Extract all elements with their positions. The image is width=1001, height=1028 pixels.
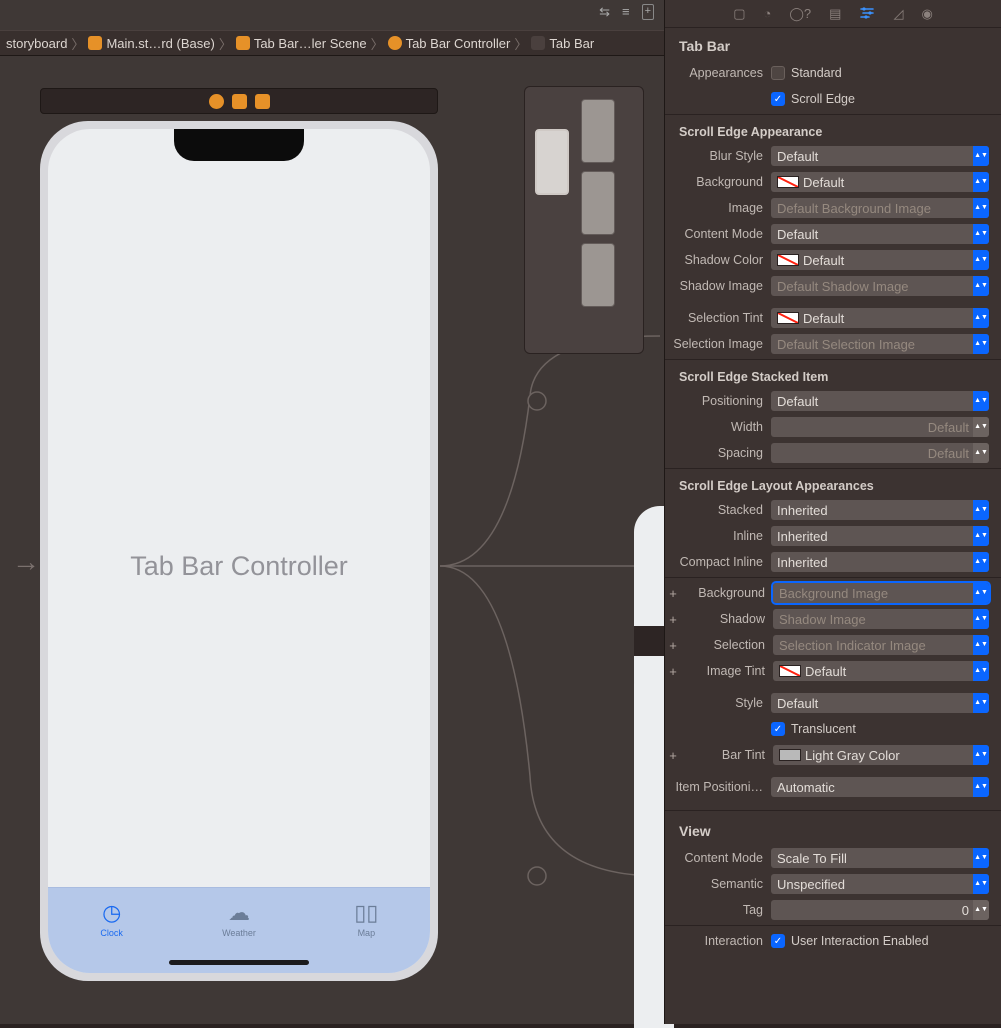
size-inspector-tab[interactable]: ◿ <box>893 6 903 22</box>
blur-style-select[interactable]: Default▲▼ <box>771 146 989 166</box>
first-responder-icon <box>232 94 247 109</box>
row-label: Appearances <box>665 66 765 80</box>
contentmode-select[interactable]: Default▲▼ <box>771 224 989 244</box>
group-heading: Scroll Edge Layout Appearances <box>665 471 1001 497</box>
group-heading: Scroll Edge Stacked Item <box>665 362 1001 388</box>
panel-resizer[interactable] <box>664 0 668 1024</box>
help-inspector-tab[interactable]: ◯? <box>789 6 811 22</box>
storyboard-file-icon <box>88 36 102 50</box>
breadcrumb-item[interactable]: storyboard <box>6 36 67 51</box>
minimap[interactable] <box>524 86 644 354</box>
color-swatch-none-icon <box>777 312 799 324</box>
shadow-image-select[interactable]: Default Shadow Image▲▼ <box>771 276 989 296</box>
stacked-select[interactable]: Inherited▲▼ <box>771 500 989 520</box>
selection-tint-select[interactable]: Default▲▼ <box>771 308 989 328</box>
color-swatch-none-icon <box>777 176 799 188</box>
scene-icon <box>236 36 250 50</box>
semantic-select[interactable]: Unspecified▲▼ <box>771 874 989 894</box>
minimap-scene-selected[interactable] <box>535 129 569 195</box>
home-indicator <box>169 960 309 965</box>
breadcrumb-item[interactable]: Main.st…rd (Base) <box>106 36 214 51</box>
style-select[interactable]: Default▲▼ <box>771 693 989 713</box>
breadcrumb-item[interactable]: Tab Bar…ler Scene <box>254 36 367 51</box>
chevron-updown-icon: ▲▼ <box>973 146 989 166</box>
selection-image-select[interactable]: Selection Indicator Image▲▼ <box>773 635 989 655</box>
exit-icon <box>255 94 270 109</box>
controller-icon <box>209 94 224 109</box>
identity-inspector-tab[interactable]: ▤ <box>829 6 841 22</box>
inspector-panel: ▢ ◔ ◯? ▤ ◿ ◉ Tab Bar Appearances Standar… <box>664 0 1001 1024</box>
bar-tint-select[interactable]: Light Gray Color▲▼ <box>773 745 989 765</box>
background-color-select[interactable]: Default▲▼ <box>771 172 989 192</box>
breadcrumb: storyboard 〉 Main.st…rd (Base) 〉 Tab Bar… <box>0 30 664 56</box>
map-icon: ▯▯ <box>354 900 378 926</box>
minimap-scene[interactable] <box>581 171 615 235</box>
attributes-inspector-tab[interactable] <box>859 4 875 23</box>
width-stepper[interactable]: Default▲▼ <box>771 417 989 437</box>
controller-icon <box>388 36 402 50</box>
breadcrumb-item[interactable]: Tab Bar Controller <box>406 36 511 51</box>
tab-item-clock[interactable]: ◷ Clock <box>48 888 175 973</box>
initial-arrow-icon[interactable]: → <box>12 546 40 578</box>
translucent-checkbox[interactable]: ✓ <box>771 722 785 736</box>
view-contentmode-select[interactable]: Scale To Fill▲▼ <box>771 848 989 868</box>
device-frame[interactable]: Tab Bar Controller ◷ Clock ☁ Weather ▯▯ … <box>40 121 438 981</box>
breadcrumb-item[interactable]: Tab Bar <box>549 36 594 51</box>
section-heading: Tab Bar <box>665 28 1001 60</box>
spacing-stepper[interactable]: Default▲▼ <box>771 443 989 463</box>
selection-image-select[interactable]: Default Selection Image▲▼ <box>771 334 989 354</box>
color-swatch-icon <box>779 749 801 761</box>
image-select[interactable]: Default Background Image▲▼ <box>771 198 989 218</box>
editor-toolbar: ⇆ ≡ + <box>599 4 654 20</box>
inline-select[interactable]: Inherited▲▼ <box>771 526 989 546</box>
color-swatch-none-icon <box>779 665 801 677</box>
shadow-image-select[interactable]: Shadow Image▲▼ <box>773 609 989 629</box>
cloud-icon: ☁ <box>228 900 250 926</box>
file-inspector-tab[interactable]: ▢ <box>733 6 745 22</box>
minimap-scene[interactable] <box>581 243 615 307</box>
scroll-edge-checkbox[interactable]: ✓ <box>771 92 785 106</box>
group-heading: Scroll Edge Appearance <box>665 117 1001 143</box>
shadow-color-select[interactable]: Default▲▼ <box>771 250 989 270</box>
positioning-select[interactable]: Default▲▼ <box>771 391 989 411</box>
color-swatch-none-icon <box>777 254 799 266</box>
item-positioning-select[interactable]: Automatic▲▼ <box>771 777 989 797</box>
image-tint-select[interactable]: Default▲▼ <box>773 661 989 681</box>
background-image-select[interactable]: Background Image▲▼ <box>773 583 989 603</box>
tag-stepper[interactable]: 0▲▼ <box>771 900 989 920</box>
lines-icon[interactable]: ≡ <box>622 4 630 20</box>
standard-checkbox[interactable] <box>771 66 785 80</box>
device-notch <box>174 129 304 161</box>
controller-title: Tab Bar Controller <box>48 551 430 582</box>
clock-icon: ◷ <box>102 900 121 926</box>
scene-title-bar[interactable] <box>40 88 438 114</box>
history-inspector-tab[interactable]: ◔ <box>764 6 772 21</box>
connections-inspector-tab[interactable]: ◉ <box>921 6 932 22</box>
tab-item-map[interactable]: ▯▯ Map <box>303 888 430 973</box>
inspector-tab-bar: ▢ ◔ ◯? ▤ ◿ ◉ <box>665 0 1001 28</box>
add-icon[interactable]: + <box>642 4 654 20</box>
tabbar-icon <box>531 36 545 50</box>
section-heading: View <box>665 813 1001 845</box>
user-interaction-checkbox[interactable]: ✓ <box>771 934 785 948</box>
compact-inline-select[interactable]: Inherited▲▼ <box>771 552 989 572</box>
recents-icon[interactable]: ⇆ <box>599 4 610 20</box>
storyboard-canvas[interactable]: Tab Bar Controller ◷ Clock ☁ Weather ▯▯ … <box>0 56 664 1024</box>
minimap-scene[interactable] <box>581 99 615 163</box>
